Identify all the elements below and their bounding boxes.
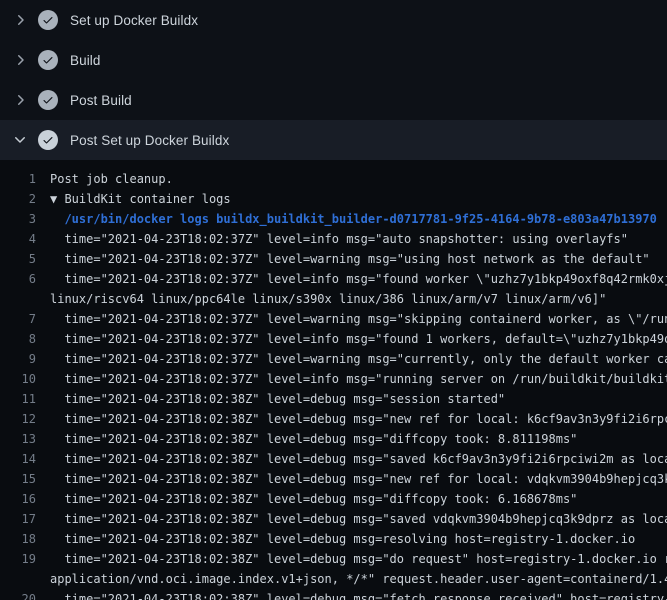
chevron-right-icon [12, 92, 28, 108]
log-line: 15 time="2021-04-23T18:02:38Z" level=deb… [0, 469, 667, 489]
step-label: Set up Docker Buildx [70, 13, 198, 28]
log-line-text: time="2021-04-23T18:02:38Z" level=debug … [50, 529, 635, 549]
log-line-number[interactable]: 10 [0, 369, 36, 389]
log-line-number[interactable]: 6 [0, 269, 36, 289]
chevron-right-icon [12, 52, 28, 68]
log-line: 12 time="2021-04-23T18:02:38Z" level=deb… [0, 409, 667, 429]
step-row-post-build[interactable]: Post Build [0, 80, 667, 120]
log-line-number[interactable] [0, 569, 36, 589]
log-line: 17 time="2021-04-23T18:02:38Z" level=deb… [0, 509, 667, 529]
log-line: 5 time="2021-04-23T18:02:37Z" level=warn… [0, 249, 667, 269]
log-panel: 1 Post job cleanup. 2 ▼ BuildKit contain… [0, 160, 667, 600]
check-circle-icon [38, 90, 58, 110]
log-line: 19 time="2021-04-23T18:02:38Z" level=deb… [0, 549, 667, 569]
check-circle-icon [38, 130, 58, 150]
log-line: 1 Post job cleanup. [0, 169, 667, 189]
steps-list: Set up Docker Buildx Build Post Build [0, 0, 667, 160]
log-line-text: /usr/bin/docker logs buildx_buildkit_bui… [50, 209, 657, 229]
log-line-number[interactable]: 7 [0, 309, 36, 329]
log-line-text: time="2021-04-23T18:02:38Z" level=debug … [50, 509, 667, 529]
log-line-text: time="2021-04-23T18:02:37Z" level=warnin… [50, 249, 650, 269]
log-line: 6 time="2021-04-23T18:02:37Z" level=info… [0, 269, 667, 289]
log-line-text: time="2021-04-23T18:02:37Z" level=warnin… [50, 349, 667, 369]
step-label: Build [70, 53, 101, 68]
log-line-text: linux/riscv64 linux/ppc64le linux/s390x … [50, 289, 606, 309]
log-line: 2 ▼ BuildKit container logs [0, 189, 667, 209]
log-line-text: time="2021-04-23T18:02:37Z" level=info m… [50, 329, 667, 349]
log-line-number[interactable]: 11 [0, 389, 36, 409]
log-line-text: time="2021-04-23T18:02:37Z" level=info m… [50, 269, 667, 289]
log-line-text: time="2021-04-23T18:02:38Z" level=debug … [50, 409, 667, 429]
step-row-setup-docker-buildx[interactable]: Set up Docker Buildx [0, 0, 667, 40]
check-circle-icon [38, 10, 58, 30]
log-line-number[interactable]: 12 [0, 409, 36, 429]
log-line: 11 time="2021-04-23T18:02:38Z" level=deb… [0, 389, 667, 409]
log-line: linux/riscv64 linux/ppc64le linux/s390x … [0, 289, 667, 309]
actions-log-viewer: Set up Docker Buildx Build Post Build [0, 0, 667, 600]
log-line-number[interactable]: 19 [0, 549, 36, 569]
log-line-number[interactable]: 2 [0, 189, 36, 209]
log-line-text: time="2021-04-23T18:02:37Z" level=warnin… [50, 309, 667, 329]
log-line-number[interactable]: 8 [0, 329, 36, 349]
log-line-number[interactable]: 1 [0, 169, 36, 189]
log-line: 9 time="2021-04-23T18:02:37Z" level=warn… [0, 349, 667, 369]
log-line-number[interactable]: 5 [0, 249, 36, 269]
log-line: 14 time="2021-04-23T18:02:38Z" level=deb… [0, 449, 667, 469]
step-label: Post Set up Docker Buildx [70, 133, 229, 148]
log-line-number[interactable]: 20 [0, 589, 36, 600]
log-line-text: time="2021-04-23T18:02:38Z" level=debug … [50, 469, 667, 489]
log-line-text: time="2021-04-23T18:02:38Z" level=debug … [50, 589, 667, 600]
step-row-post-setup-docker-buildx[interactable]: Post Set up Docker Buildx [0, 120, 667, 160]
log-line-number[interactable]: 13 [0, 429, 36, 449]
log-line-number[interactable]: 15 [0, 469, 36, 489]
step-label: Post Build [70, 93, 132, 108]
log-line: 3 /usr/bin/docker logs buildx_buildkit_b… [0, 209, 667, 229]
chevron-down-icon [12, 132, 28, 148]
log-line: 10 time="2021-04-23T18:02:37Z" level=inf… [0, 369, 667, 389]
log-line: 4 time="2021-04-23T18:02:37Z" level=info… [0, 229, 667, 249]
log-line-text: time="2021-04-23T18:02:38Z" level=debug … [50, 489, 577, 509]
log-line: 18 time="2021-04-23T18:02:38Z" level=deb… [0, 529, 667, 549]
log-line: 7 time="2021-04-23T18:02:37Z" level=warn… [0, 309, 667, 329]
log-line-number[interactable]: 17 [0, 509, 36, 529]
log-line-number[interactable]: 18 [0, 529, 36, 549]
log-line-number[interactable]: 3 [0, 209, 36, 229]
log-line: 13 time="2021-04-23T18:02:38Z" level=deb… [0, 429, 667, 449]
log-line-text[interactable]: ▼ BuildKit container logs [50, 189, 231, 209]
log-line-text: time="2021-04-23T18:02:38Z" level=debug … [50, 389, 505, 409]
log-line-text: application/vnd.oci.image.index.v1+json,… [50, 569, 667, 589]
log-line-text: time="2021-04-23T18:02:38Z" level=debug … [50, 429, 577, 449]
log-line: application/vnd.oci.image.index.v1+json,… [0, 569, 667, 589]
log-line-number[interactable]: 16 [0, 489, 36, 509]
log-line: 20 time="2021-04-23T18:02:38Z" level=deb… [0, 589, 667, 600]
log-line-text: time="2021-04-23T18:02:38Z" level=debug … [50, 549, 667, 569]
log-line-text: Post job cleanup. [50, 169, 173, 189]
log-line-text: time="2021-04-23T18:02:37Z" level=info m… [50, 229, 628, 249]
log-line-number[interactable]: 14 [0, 449, 36, 469]
check-circle-icon [38, 50, 58, 70]
log-line-number[interactable]: 4 [0, 229, 36, 249]
chevron-right-icon [12, 12, 28, 28]
log-line-text: time="2021-04-23T18:02:37Z" level=info m… [50, 369, 667, 389]
log-line-number[interactable]: 9 [0, 349, 36, 369]
log-line-number[interactable] [0, 289, 36, 309]
log-line: 16 time="2021-04-23T18:02:38Z" level=deb… [0, 489, 667, 509]
log-line-text: time="2021-04-23T18:02:38Z" level=debug … [50, 449, 667, 469]
log-line: 8 time="2021-04-23T18:02:37Z" level=info… [0, 329, 667, 349]
step-row-build[interactable]: Build [0, 40, 667, 80]
